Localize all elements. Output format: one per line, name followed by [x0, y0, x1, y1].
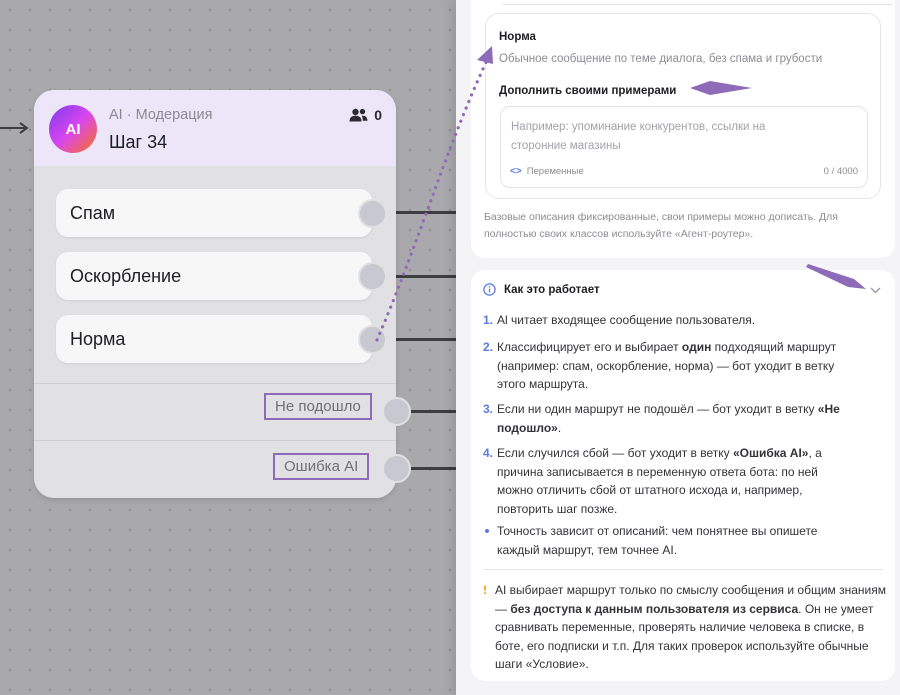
- how-it-works-title: Как это работает: [504, 283, 600, 296]
- edge-error: [406, 467, 456, 470]
- class-name: Норма: [499, 31, 536, 43]
- variables-button[interactable]: <> Переменные: [510, 166, 584, 177]
- step-4-text: Если случился сбой — бот уходит в ветку …: [497, 446, 822, 516]
- divider: [483, 569, 883, 570]
- port-norm[interactable]: [358, 325, 387, 354]
- routes-hint: Базовые описания фиксированные, свои при…: [484, 211, 838, 240]
- step-number: 3.: [483, 402, 494, 416]
- ai-moderation-node[interactable]: AI AI · Модерация Шаг 34 0 Спам Оскорбле…: [34, 90, 411, 498]
- divider: [34, 383, 396, 384]
- node-users-counter: 0: [349, 107, 382, 123]
- how-it-works-card: Как это работает 1. Al читает входящее с…: [471, 270, 895, 681]
- settings-panel: Норма Обычное сообщение по теме диалога,…: [456, 0, 900, 695]
- routes-card: Норма Обычное сообщение по теме диалога,…: [471, 0, 895, 258]
- warning-icon: !: [483, 583, 487, 597]
- node-type-label: AI · Модерация: [109, 107, 213, 123]
- class-card-norm: Норма Обычное сообщение по теме диалога,…: [485, 13, 881, 199]
- route-norm[interactable]: Норма: [56, 315, 372, 363]
- node-header: AI AI · Модерация Шаг 34 0: [34, 90, 396, 166]
- node-title: Шаг 34: [109, 132, 168, 152]
- code-brackets-icon: <>: [510, 166, 522, 177]
- route-label: Спам: [70, 203, 116, 223]
- step-2-text: Классифицирует его и выбирает один подхо…: [497, 340, 837, 391]
- step-3-text: Если ни один маршрут не подошёл — бот ух…: [497, 402, 840, 435]
- class-description: Обычное сообщение по теме диалога, без с…: [499, 53, 823, 65]
- not-matched-label: Не подошло: [264, 393, 372, 420]
- port-insult[interactable]: [358, 262, 387, 291]
- edge-spam: [394, 211, 456, 214]
- route-label: Оскорбление: [70, 266, 182, 286]
- route-insult[interactable]: Оскорбление: [56, 252, 372, 300]
- step-1-text: Al читает входящее сообщение пользовател…: [497, 313, 756, 327]
- examples-label: Дополнить своими примерами: [499, 85, 677, 97]
- users-count: 0: [374, 107, 382, 123]
- route-spam[interactable]: Спам: [56, 189, 372, 237]
- divider: [34, 440, 396, 441]
- edge-insult: [394, 275, 456, 278]
- port-not-matched[interactable]: [382, 397, 411, 426]
- char-counter: 0 / 4000: [823, 166, 858, 177]
- step-number: 2.: [483, 340, 494, 354]
- route-label: Норма: [70, 329, 126, 349]
- accuracy-note: Точность зависит от описаний: чем понятн…: [497, 524, 818, 557]
- warning-text: AI выбирает маршрут только по смыслу соо…: [495, 583, 886, 671]
- ai-avatar: AI: [49, 105, 97, 153]
- variables-label: Переменные: [526, 166, 584, 177]
- bullet-dot: [485, 529, 489, 533]
- step-number: 1.: [483, 313, 494, 327]
- previous-card-edge: [501, 0, 895, 5]
- error-label: Ошибка AI: [273, 453, 370, 480]
- port-error[interactable]: [382, 454, 411, 483]
- port-spam[interactable]: [358, 199, 387, 228]
- edge-not-matched: [406, 410, 456, 413]
- users-icon: [349, 108, 368, 122]
- edge-norm: [394, 338, 456, 341]
- incoming-edge-arrow: [0, 122, 29, 134]
- examples-textarea[interactable]: Например: упоминание конкурентов, ссылки…: [500, 106, 868, 188]
- info-icon: [483, 283, 496, 296]
- step-number: 4.: [483, 446, 494, 460]
- how-it-works-header[interactable]: Как это работает: [483, 283, 600, 296]
- chevron-down-icon[interactable]: [870, 287, 881, 294]
- examples-placeholder: Например: упоминание конкурентов, ссылки…: [511, 121, 766, 152]
